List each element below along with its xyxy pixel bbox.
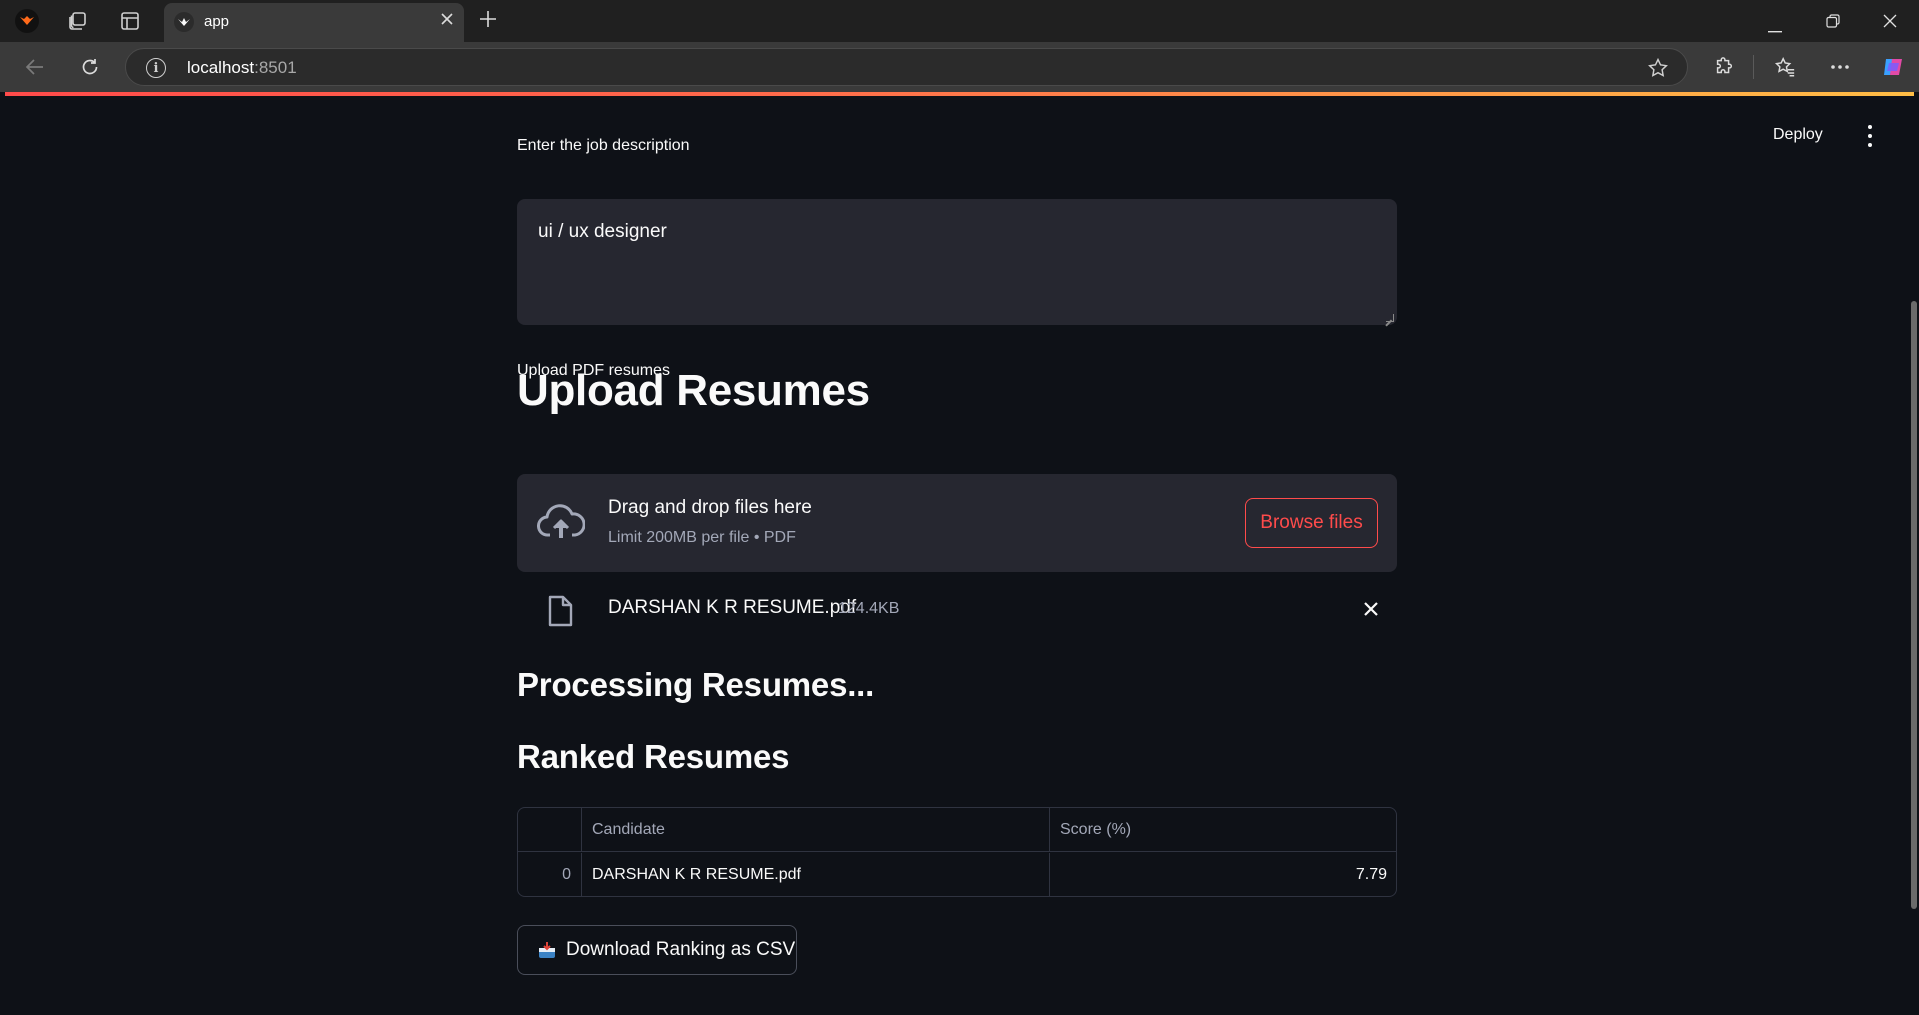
job-description-label: Enter the job description bbox=[517, 137, 690, 154]
job-description-value: ui / ux designer bbox=[538, 221, 667, 242]
table-cell-score[interactable]: 7.79 bbox=[1050, 853, 1396, 896]
deploy-button[interactable]: Deploy bbox=[1773, 126, 1823, 144]
uploaded-file-name: DARSHAN K R RESUME.pdf bbox=[608, 597, 857, 618]
file-icon bbox=[545, 594, 575, 628]
favorite-star-icon[interactable] bbox=[1647, 57, 1669, 84]
uploader-label: Upload PDF resumes bbox=[517, 362, 670, 379]
streamlit-app: Deploy Enter the job description ui / ux… bbox=[5, 96, 1914, 1015]
restore-icon[interactable] bbox=[1826, 14, 1840, 33]
back-arrow-icon[interactable] bbox=[22, 54, 48, 80]
browser-toolbar: i localhost:8501 bbox=[0, 42, 1919, 92]
remove-file-close-icon[interactable] bbox=[1360, 598, 1382, 620]
workspaces-icon[interactable] bbox=[64, 8, 90, 34]
table-cell-candidate[interactable]: DARSHAN K R RESUME.pdf bbox=[582, 853, 1050, 896]
vertical-tabs-icon[interactable] bbox=[117, 8, 143, 34]
table-header-score[interactable]: Score (%) bbox=[1050, 808, 1396, 852]
tab-close-icon[interactable] bbox=[440, 12, 454, 31]
table-row: 0 DARSHAN K R RESUME.pdf 7.79 bbox=[518, 853, 1396, 896]
tab-title: app bbox=[204, 13, 230, 30]
file-dropzone[interactable]: Drag and drop files here Limit 200MB per… bbox=[517, 474, 1397, 572]
minimize-icon[interactable] bbox=[1768, 20, 1782, 38]
download-csv-button[interactable]: Download Ranking as CSV bbox=[517, 925, 797, 975]
table-header-candidate[interactable]: Candidate bbox=[582, 808, 1050, 852]
dropzone-limit-text: Limit 200MB per file • PDF bbox=[608, 529, 796, 546]
browser-profile-icon[interactable] bbox=[14, 8, 40, 34]
table-header-index bbox=[518, 808, 582, 852]
inbox-tray-icon bbox=[538, 941, 556, 959]
browser-tab-active[interactable]: app bbox=[164, 3, 464, 42]
streamlit-favicon-icon bbox=[174, 12, 194, 32]
site-info-icon[interactable]: i bbox=[146, 58, 166, 78]
job-description-textarea[interactable]: ui / ux designer bbox=[517, 199, 1397, 325]
toolbar-separator bbox=[1753, 55, 1754, 79]
extensions-icon[interactable] bbox=[1711, 54, 1737, 80]
main-menu-icon[interactable] bbox=[1865, 125, 1875, 147]
uploaded-file-size: 124.4KB bbox=[838, 600, 900, 617]
table-header-row: Candidate Score (%) bbox=[518, 808, 1396, 852]
more-options-icon[interactable] bbox=[1827, 54, 1853, 80]
address-bar[interactable]: i localhost:8501 bbox=[125, 48, 1688, 86]
url-text[interactable]: localhost:8501 bbox=[187, 58, 297, 78]
ranked-resumes-heading: Ranked Resumes bbox=[517, 738, 790, 775]
scrollbar-thumb[interactable] bbox=[1911, 301, 1917, 909]
uploaded-file-item: DARSHAN K R RESUME.pdf 124.4KB bbox=[517, 589, 1397, 633]
cloud-upload-icon bbox=[537, 502, 586, 542]
dropzone-title: Drag and drop files here bbox=[608, 497, 812, 518]
table-cell-index: 0 bbox=[518, 853, 582, 896]
close-window-icon[interactable] bbox=[1883, 14, 1897, 33]
page-scrollbar[interactable] bbox=[1909, 96, 1919, 1015]
resize-handle-icon[interactable] bbox=[1386, 314, 1394, 322]
download-csv-label: Download Ranking as CSV bbox=[566, 939, 796, 960]
reload-icon[interactable] bbox=[77, 54, 103, 80]
copilot-icon[interactable] bbox=[1880, 54, 1906, 80]
browser-titlebar: app bbox=[0, 0, 1919, 42]
favorites-icon[interactable] bbox=[1772, 54, 1798, 80]
new-tab-icon[interactable] bbox=[478, 7, 498, 33]
browse-files-button[interactable]: Browse files bbox=[1245, 498, 1378, 548]
ranking-table[interactable]: Candidate Score (%) 0 DARSHAN K R RESUME… bbox=[517, 807, 1397, 897]
processing-heading: Processing Resumes... bbox=[517, 666, 875, 703]
